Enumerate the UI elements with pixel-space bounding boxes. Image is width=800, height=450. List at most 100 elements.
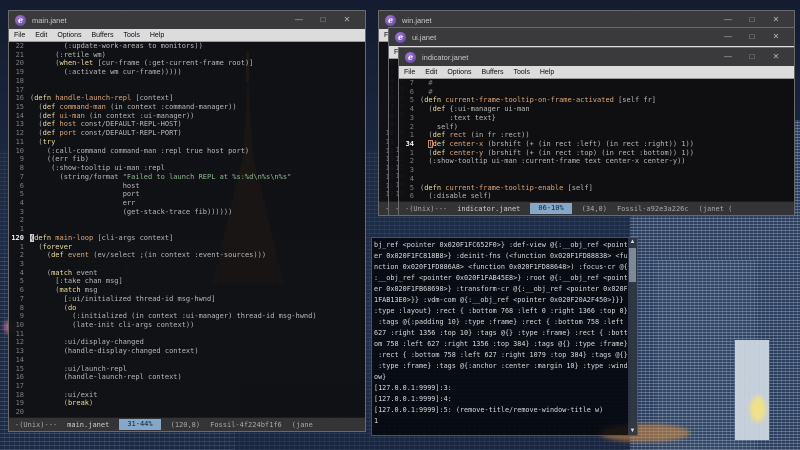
titlebar-main-janet[interactable]: e main.janet — □ ✕ — [9, 11, 365, 29]
window-main-janet: e main.janet — □ ✕ File Edit Options Buffer… — [8, 10, 366, 432]
buffer-line: 1 (def rect (in fr :rect)) — [409, 131, 530, 140]
modeline-scroll-percent: 31-44% — [119, 419, 161, 430]
emacs-icon: e — [15, 14, 26, 26]
modeline-cursor-position: (34,0) — [581, 204, 607, 213]
menu-item-file[interactable]: File — [399, 69, 420, 76]
menu-item-buffers[interactable]: Buffers — [86, 32, 118, 39]
menu-item-buffers[interactable]: Buffers — [476, 69, 508, 76]
buffer-line: 2 self) — [409, 122, 458, 131]
window-title: ui.janet — [412, 32, 437, 42]
menu-item-tools[interactable]: Tools — [509, 69, 535, 76]
buffer-line: 14 (def ui-man (in context :ui-manager)) — [15, 111, 195, 120]
modeline-prefix: -(Unix)--- — [15, 420, 58, 429]
buffer-line: 9 ((err fib) — [19, 155, 90, 164]
modeline-buffer-name: indicator.janet — [457, 204, 521, 213]
buffer-line: 5 (defn current-frame-tooltip-on-frame-ac… — [409, 96, 657, 105]
maximize-button[interactable]: □ — [311, 11, 335, 29]
menu-item-options[interactable]: Options — [442, 69, 476, 76]
buffer-line: 3 (get-stack-trace fib)))))) — [19, 207, 233, 216]
scrollbar-thumb[interactable] — [629, 248, 636, 282]
modeline-major-mode: (janet ( — [698, 204, 733, 213]
buffer-line: 7 # — [409, 79, 433, 87]
menu-item-tools[interactable]: Tools — [119, 32, 145, 39]
buffer-line: 7 [:ui/initialized thread-id msg-hwnd] — [19, 294, 216, 303]
menubar-indicator-janet[interactable]: File Edit Options Buffers Tools Help — [399, 66, 794, 79]
modeline-major-mode: (jane — [291, 420, 313, 429]
menu-item-help[interactable]: Help — [535, 69, 559, 76]
buffer-line: 7 (string/format "Failed to launch REPL … — [19, 172, 292, 181]
menubar-main-janet[interactable]: File Edit Options Buffers Tools Help — [9, 29, 365, 42]
buffer-line: 3 — [19, 259, 24, 268]
console-scrollbar[interactable]: ▲ ▼ — [628, 238, 637, 435]
menu-item-edit[interactable]: Edit — [30, 32, 52, 39]
console-line: [127.0.0.1:9999]:3: — [374, 384, 452, 392]
buffer-line: 4 (def {:ui-manager ui-man — [409, 105, 530, 114]
repl-console-window: bj_ref <pointer 0x020F1FC652F0>} :def-vi… — [371, 237, 638, 436]
buffer-line: 18 :ui/exit — [15, 390, 98, 399]
buffer-line: 12 (def port const/DEFAULT-REPL-PORT) — [15, 129, 182, 138]
modeline-indicator-janet: -(Unix)--- indicator.janet 06-10% (34,0)… — [399, 201, 794, 215]
console-line: ow} — [374, 373, 387, 381]
buffer-line: 34 (def center-x (brshift (+ (in rect :l… — [405, 140, 694, 149]
modeline-scroll-percent: 06-10% — [530, 203, 572, 214]
buffer-line: 5 port — [19, 190, 140, 199]
minimize-button[interactable]: — — [716, 48, 740, 66]
console-line: er 0x020F1FB68698>} :transform-cr @{:__o… — [374, 285, 627, 293]
buffer-indicator-janet[interactable]: 7 #6 #5 (defn current-frame-tooltip-on-fr… — [399, 79, 794, 203]
window-indicator-janet: e indicator.janet — □ ✕ File Edit Options B… — [398, 47, 795, 216]
buffer-line: 2 — [19, 216, 24, 225]
menu-item-file[interactable]: File — [9, 32, 30, 39]
window-title: indicator.janet — [422, 52, 469, 62]
buffer-line: 14 — [15, 355, 24, 364]
titlebar-indicator-janet[interactable]: e indicator.janet — □ ✕ — [399, 48, 794, 66]
close-button[interactable]: ✕ — [335, 11, 359, 29]
bg-building-lit-white — [735, 340, 769, 440]
buffer-line: 6 (match msg — [19, 286, 98, 295]
buffer-line: 1 (forever — [19, 242, 73, 251]
modeline-prefix: -(Unix)--- — [405, 204, 448, 213]
buffer-line: 4 (match event — [19, 268, 98, 277]
buffer-line: 10 (:call-command command-man :repl true… — [15, 146, 250, 155]
buffer-line: 15 (def command-man (in context :command… — [15, 103, 237, 112]
minimize-button[interactable]: — — [287, 11, 311, 29]
modeline-cursor-position: (120,8) — [170, 420, 201, 429]
emacs-icon: e — [405, 51, 416, 63]
scroll-up-icon[interactable]: ▲ — [628, 238, 637, 246]
buffer-line: 5 [:take chan msg] — [19, 277, 123, 286]
buffer-line: 120 (defn main-loop [cli-args context] — [11, 233, 174, 242]
console-line: :__obj_ref <pointer 0x020F1FAB45E8>} :ro… — [374, 274, 627, 282]
scroll-down-icon[interactable]: ▼ — [628, 427, 637, 435]
buffer-line: 6 host — [19, 181, 140, 190]
menu-item-options[interactable]: Options — [52, 32, 86, 39]
buffer-main-janet[interactable]: 22 (:update-work-areas to monitors)) 21 (… — [9, 42, 365, 419]
buffer-line: 1 (def center-y (brshift (+ (in rect :to… — [409, 148, 694, 157]
window-title: main.janet — [32, 15, 67, 25]
window-title: win.janet — [402, 15, 432, 25]
maximize-button[interactable]: □ — [740, 28, 764, 46]
buffer-line: 4 — [409, 174, 414, 183]
close-button[interactable]: ✕ — [764, 48, 788, 66]
titlebar-ui-janet[interactable]: e ui.janet — □ ✕ — [389, 28, 794, 46]
menu-item-edit[interactable]: Edit — [420, 69, 442, 76]
buffer-line: 18 — [15, 76, 24, 85]
console-line: :type :layout} :rect { :bottom 768 :left… — [374, 307, 627, 315]
close-button[interactable]: ✕ — [764, 28, 788, 46]
emacs-icon: e — [395, 31, 406, 43]
buffer-line: 20 — [15, 408, 24, 417]
maximize-button[interactable]: □ — [740, 48, 764, 66]
modeline-vcs-revision: Fossil-a92e3a226c — [616, 204, 689, 213]
console-line: om 758 :left 627 :right 1356 :top 384} :… — [374, 340, 627, 348]
buffer-line: 6 # — [409, 87, 433, 96]
modeline-main-janet: -(Unix)--- main.janet 31-44% (120,8) Fos… — [9, 417, 365, 431]
buffer-line: 17 — [15, 382, 24, 391]
console-output[interactable]: bj_ref <pointer 0x020F1FC652F0>} :def-vi… — [374, 240, 627, 433]
buffer-line: 19 (break) — [15, 399, 94, 408]
console-line: 1FAB13E0>}} :vdm-com @{:__obj_ref <point… — [374, 296, 624, 304]
buffer-line: 3 :text text} — [409, 113, 496, 122]
buffer-line: 15 :ui/launch-repl — [15, 364, 127, 373]
minimize-button[interactable]: — — [716, 28, 740, 46]
menu-item-help[interactable]: Help — [145, 32, 169, 39]
bg-light-sign-yellow — [750, 396, 766, 422]
console-line: er 0x020F1FC818B8>} :deinit-fns (<functi… — [374, 252, 627, 260]
